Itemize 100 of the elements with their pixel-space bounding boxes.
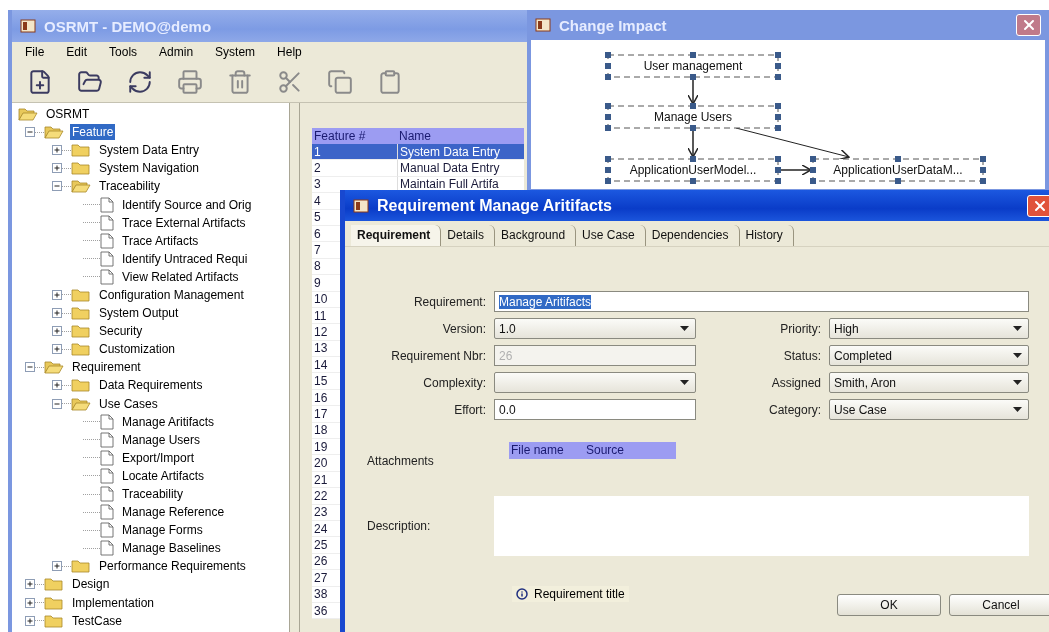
info-icon bbox=[516, 588, 528, 600]
document-icon bbox=[100, 413, 114, 430]
tree-item[interactable]: Data Requirements bbox=[97, 377, 205, 394]
tree-item[interactable]: Implementation bbox=[70, 594, 157, 611]
printer-icon[interactable] bbox=[176, 68, 204, 96]
dropdown[interactable]: High bbox=[829, 318, 1029, 339]
folder-icon bbox=[71, 342, 91, 357]
column-header[interactable]: Source bbox=[584, 442, 676, 459]
expand-icon[interactable] bbox=[52, 145, 62, 156]
input-field[interactable]: Manage Aritifacts bbox=[494, 291, 1029, 312]
tree-item[interactable]: Traceability bbox=[120, 486, 185, 502]
tree-item[interactable]: Manage Users bbox=[120, 431, 203, 448]
dropdown[interactable]: Completed bbox=[829, 345, 1029, 366]
tree-item[interactable]: Requirement bbox=[70, 359, 143, 376]
expand-icon[interactable] bbox=[52, 163, 62, 174]
tree-item[interactable]: System Navigation bbox=[97, 160, 202, 177]
diagram-node[interactable]: ApplicationUserDataM... bbox=[810, 156, 986, 184]
copy-icon[interactable] bbox=[326, 68, 354, 96]
tab[interactable]: Use Case bbox=[576, 225, 646, 246]
input-field[interactable]: 0.0 bbox=[494, 399, 696, 420]
tab[interactable]: History bbox=[739, 225, 794, 246]
tree-item[interactable]: Design bbox=[70, 576, 112, 593]
description-field[interactable] bbox=[494, 496, 1029, 556]
tree-item[interactable]: System Output bbox=[97, 305, 181, 322]
menu-item[interactable]: Edit bbox=[57, 45, 97, 59]
menu-item[interactable]: System bbox=[206, 45, 265, 59]
tree-item[interactable]: Identify Source and Orig bbox=[120, 196, 254, 213]
tree-item[interactable]: Performance Requirements bbox=[97, 558, 248, 575]
trash-icon[interactable] bbox=[226, 68, 254, 96]
column-header[interactable]: Feature # bbox=[312, 128, 397, 144]
collapse-icon[interactable] bbox=[52, 398, 62, 409]
expand-icon[interactable] bbox=[52, 380, 62, 391]
folder-icon bbox=[44, 577, 64, 592]
expand-icon[interactable] bbox=[25, 579, 35, 590]
document-icon bbox=[100, 467, 114, 484]
collapse-icon[interactable] bbox=[25, 127, 35, 138]
tree-item[interactable]: Manage Aritifacts bbox=[120, 413, 217, 430]
field-label: Version: bbox=[441, 321, 486, 336]
hint-label: Requirement title bbox=[534, 587, 625, 601]
document-icon bbox=[100, 214, 114, 231]
tab[interactable]: Dependencies bbox=[645, 225, 740, 246]
tree-item[interactable]: Trace External Artifacts bbox=[120, 214, 248, 231]
tab[interactable]: Details bbox=[441, 225, 496, 246]
dialog-button[interactable]: Cancel bbox=[949, 594, 1049, 616]
tab[interactable]: Requirement bbox=[351, 225, 442, 246]
tree-item[interactable]: Feature bbox=[70, 124, 116, 141]
tree-item[interactable]: Trace Artifacts bbox=[120, 232, 201, 249]
column-header[interactable]: Name bbox=[397, 128, 524, 144]
document-icon bbox=[100, 431, 114, 448]
table-cell: System Data Entry bbox=[397, 144, 524, 161]
close-button[interactable] bbox=[1016, 14, 1041, 36]
tree-item[interactable]: System Data Entry bbox=[97, 142, 202, 159]
field-label: Priority: bbox=[779, 321, 821, 336]
collapse-icon[interactable] bbox=[25, 362, 35, 373]
caret-icon bbox=[1013, 380, 1022, 385]
diagram-node[interactable]: Manage Users bbox=[605, 103, 781, 131]
tree-item[interactable]: Manage Reference bbox=[120, 504, 227, 521]
dropdown[interactable]: Use Case bbox=[829, 399, 1029, 420]
tree-item[interactable]: Configuration Management bbox=[97, 287, 246, 303]
open-folder-icon bbox=[71, 396, 91, 411]
dropdown[interactable] bbox=[494, 372, 696, 393]
tree-item[interactable]: Traceability bbox=[97, 178, 162, 195]
tree-item[interactable]: Export/Import bbox=[120, 449, 197, 466]
column-header[interactable]: File name bbox=[509, 442, 584, 459]
folder-icon bbox=[71, 378, 91, 393]
document-icon bbox=[100, 268, 114, 285]
menu-item[interactable]: Help bbox=[268, 45, 311, 59]
tree-item[interactable]: TestCase bbox=[70, 612, 125, 629]
tree-item[interactable]: Security bbox=[97, 323, 145, 340]
expand-icon[interactable] bbox=[52, 561, 62, 572]
tree-item[interactable]: Customization bbox=[97, 341, 178, 358]
menu-item[interactable]: Admin bbox=[150, 45, 203, 59]
document-icon bbox=[100, 449, 114, 466]
tree-item[interactable]: Identify Untraced Requi bbox=[120, 250, 250, 267]
tree-item[interactable]: OSRMT bbox=[44, 106, 92, 123]
expand-icon[interactable] bbox=[52, 290, 62, 300]
expand-icon[interactable] bbox=[52, 344, 62, 355]
folder-icon bbox=[71, 324, 91, 339]
expand-icon[interactable] bbox=[25, 615, 35, 626]
diagram-node[interactable]: ApplicationUserModel... bbox=[605, 156, 781, 184]
menu-item[interactable]: Tools bbox=[100, 45, 147, 59]
tree-item[interactable]: Manage Forms bbox=[120, 522, 205, 539]
close-button[interactable] bbox=[1027, 194, 1049, 217]
tree-item[interactable]: View Related Artifacts bbox=[120, 268, 241, 285]
tree-item[interactable]: Locate Artifacts bbox=[120, 467, 207, 484]
dropdown[interactable]: 1.0 bbox=[494, 318, 696, 339]
tab[interactable]: Background bbox=[495, 225, 577, 246]
expand-icon[interactable] bbox=[52, 308, 62, 319]
expand-icon[interactable] bbox=[52, 326, 62, 337]
diagram-node[interactable]: User management bbox=[605, 52, 781, 80]
document-icon bbox=[100, 504, 114, 521]
collapse-icon[interactable] bbox=[52, 181, 62, 192]
dialog-button[interactable]: OK bbox=[837, 594, 941, 616]
tree-item[interactable]: Use Cases bbox=[97, 395, 160, 412]
tree-item[interactable]: Manage Baselines bbox=[120, 540, 223, 557]
expand-icon[interactable] bbox=[25, 597, 35, 608]
dropdown[interactable]: Smith, Aron bbox=[829, 372, 1029, 393]
refresh-icon[interactable] bbox=[126, 68, 154, 96]
window-title: Change Impact bbox=[559, 16, 667, 34]
menu-item[interactable]: File bbox=[16, 45, 54, 59]
